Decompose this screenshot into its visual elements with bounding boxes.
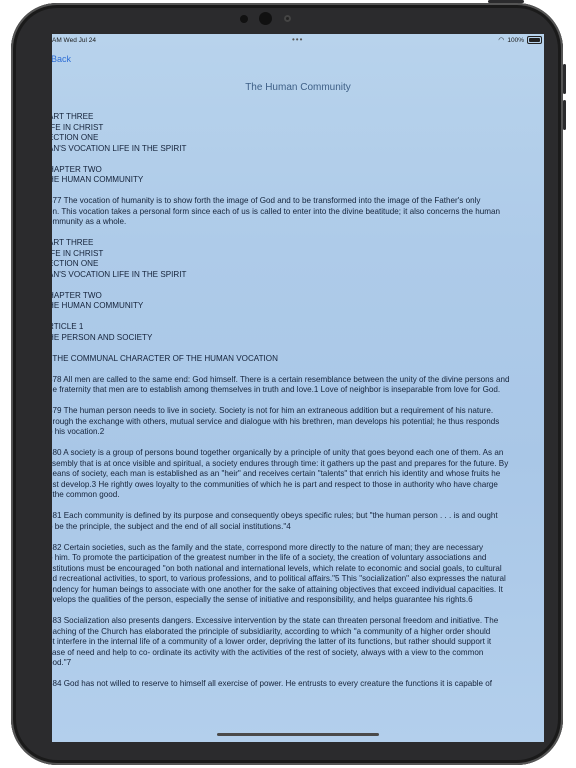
text-line: on. This vocation takes a personal form …	[52, 206, 501, 216]
multitasking-dots-icon[interactable]: •••	[292, 35, 303, 44]
status-bar: AM Wed Jul 24 ••• ◠ 100%	[52, 34, 544, 48]
text-line: IFE IN CHRIST	[52, 122, 104, 132]
text-line: 882 Certain societies, such as the famil…	[52, 542, 484, 552]
text-line: HE PERSON AND SOCIETY	[52, 332, 153, 342]
text-line: IFE IN CHRIST	[52, 248, 104, 258]
text-line: AN'S VOCATION LIFE IN THE SPIRIT	[52, 143, 187, 153]
front-camera	[259, 12, 272, 25]
text-line: ECTION ONE	[52, 133, 99, 142]
wifi-icon: ◠	[498, 37, 505, 44]
text-line: . THE COMMUNAL CHARACTER OF THE HUMAN VO…	[52, 353, 278, 363]
text-line: neans of society, each man is establishe…	[52, 469, 501, 478]
text-line: endency for human beings to associate wi…	[52, 584, 503, 594]
text-line: evelops the qualities of the person, esp…	[52, 595, 473, 604]
text-line: ssembly that is at once visible and spir…	[52, 458, 509, 468]
text-line: f the common good.	[52, 490, 120, 499]
text-line: 880 A society is a group of persons boun…	[52, 448, 504, 457]
text-line: o him. To promote the participation of t…	[52, 553, 487, 562]
text-line: case of need and help to co- ordinate it…	[52, 647, 484, 657]
light-sensor	[284, 15, 291, 22]
text-line: 883 Socialization also presents dangers.…	[52, 616, 499, 625]
text-line: ot interfere in the internal life of a c…	[52, 637, 492, 646]
text-line: 881 Each community is defined by its pur…	[52, 511, 498, 520]
camera-sensor	[240, 15, 248, 23]
back-button[interactable]: Back	[52, 54, 71, 64]
text-line: 877 The vocation of humanity is to show …	[52, 196, 481, 205]
status-right: ◠ 100%	[498, 36, 542, 44]
text-line: ECTION ONE	[52, 259, 99, 268]
text-line: 878 All men are called to the same end: …	[52, 374, 510, 384]
text-line: ART THREE	[52, 112, 94, 121]
battery-icon	[527, 36, 542, 44]
text-line: he fraternity that men are to establish …	[52, 385, 501, 394]
text-line: eaching of the Church has elaborated the…	[52, 626, 491, 636]
text-line: ART THREE	[52, 238, 94, 247]
text-line: nstitutions must be encouraged "on both …	[52, 563, 502, 573]
text-line: 879 The human person needs to live in so…	[52, 406, 494, 415]
text-line: HAPTER TWO	[52, 290, 102, 300]
text-line: nd recreational activities, to sport, to…	[52, 574, 506, 583]
battery-percent: 100%	[507, 36, 524, 44]
app-screen: AM Wed Jul 24 ••• ◠ 100% Back The Human …	[52, 34, 544, 742]
home-indicator[interactable]	[217, 733, 379, 736]
text-line: ood."7	[52, 658, 72, 667]
text-line: hrough the exchange with others, mutual …	[52, 416, 500, 426]
text-line: HE HUMAN COMMUNITY	[52, 301, 144, 310]
text-line: 884 God has not willed to reserve to him…	[52, 679, 493, 688]
page-title: The Human Community	[245, 82, 351, 93]
volume-down-button[interactable]	[563, 100, 566, 130]
ipad-frame: AM Wed Jul 24 ••• ◠ 100% Back The Human …	[11, 3, 563, 765]
volume-up-button[interactable]	[563, 64, 566, 94]
text-line: HE HUMAN COMMUNITY	[52, 175, 144, 184]
text-line: o his vocation.2	[52, 427, 105, 436]
status-time: AM Wed Jul 24	[52, 37, 96, 44]
text-line: RTICLE 1	[52, 322, 84, 331]
text-line: ommunity as a whole.	[52, 217, 127, 226]
text-line: HAPTER TWO	[52, 164, 102, 174]
text-line: AN'S VOCATION LIFE IN THE SPIRIT	[52, 269, 187, 279]
text-line: ust develop.3 He rightly owes loyalty to…	[52, 479, 498, 489]
document-text[interactable]: ART THREE IFE IN CHRIST ECTION ONE AN'S VOC…	[52, 112, 544, 690]
top-button[interactable]	[488, 0, 524, 3]
text-line: o be the principle, the subject and the …	[52, 521, 291, 531]
